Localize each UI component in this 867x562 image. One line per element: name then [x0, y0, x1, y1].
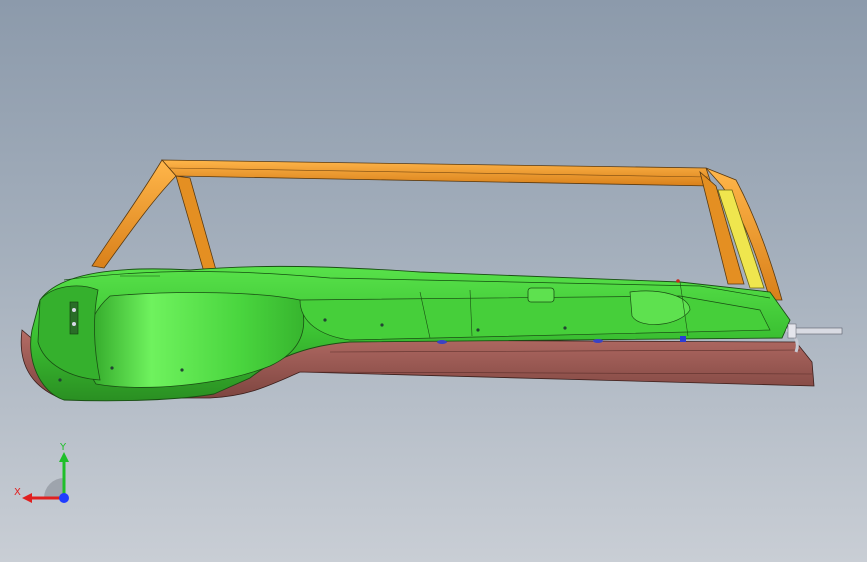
- frame-front-post[interactable]: [175, 175, 217, 273]
- cad-viewport[interactable]: Y X: [0, 0, 867, 562]
- triad-z-axis: [59, 493, 69, 503]
- frame-top-rail[interactable]: [161, 159, 713, 187]
- car-door-model[interactable]: [0, 0, 867, 562]
- coordinate-triad: Y X: [10, 438, 80, 508]
- triad-y-label: Y: [59, 442, 67, 453]
- triad-x-label: X: [14, 487, 21, 498]
- door-handle-icon[interactable]: [527, 287, 555, 303]
- frame-front-pillar[interactable]: [91, 159, 177, 269]
